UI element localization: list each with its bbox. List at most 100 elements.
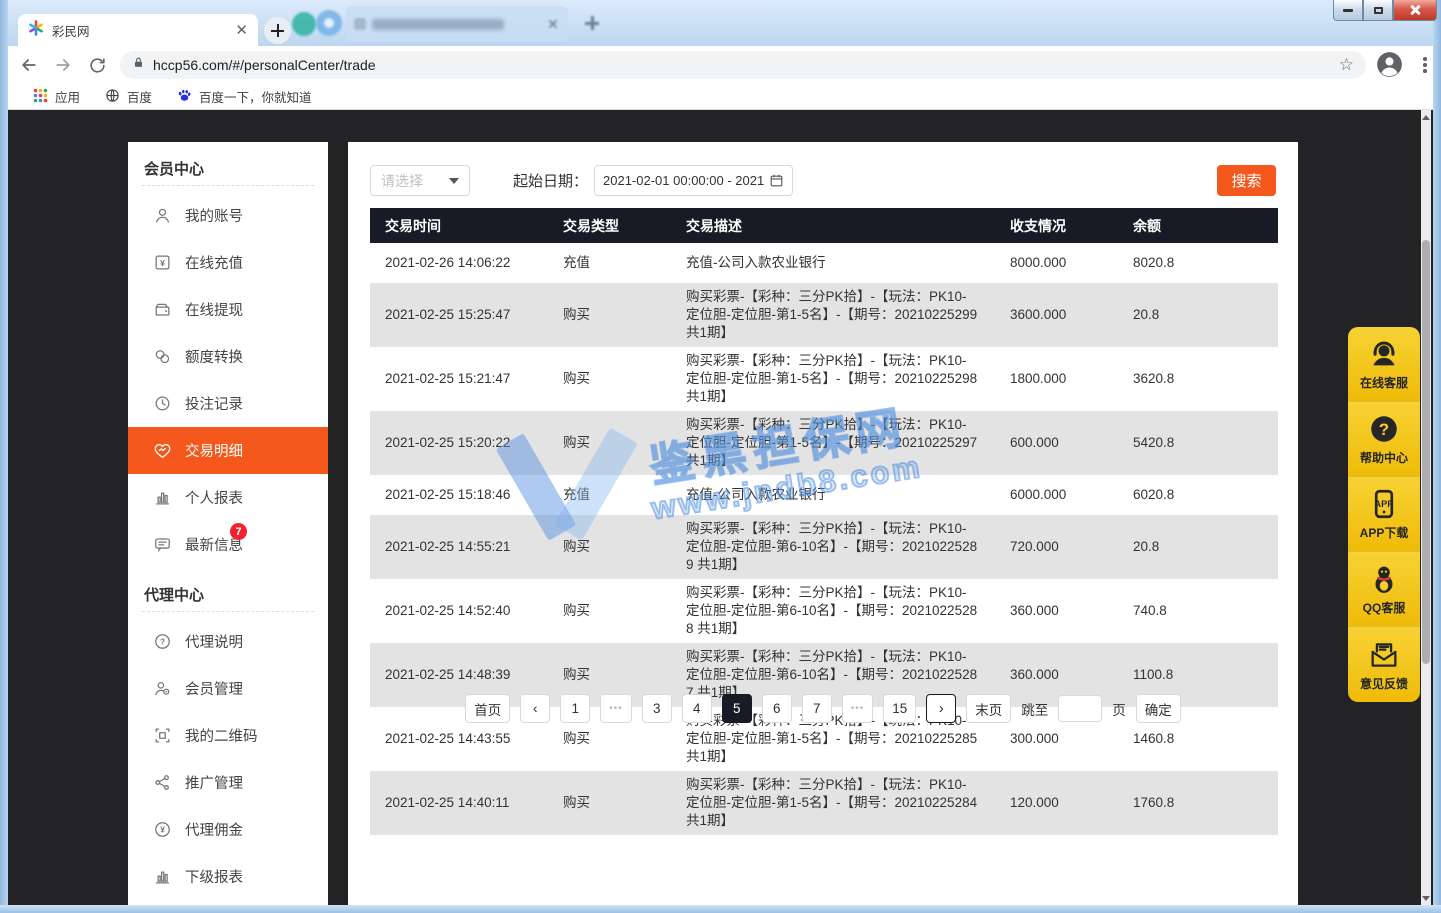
- sidebar-item-label: 推广管理: [185, 772, 243, 793]
- cell-time: 2021-02-25 15:20:22: [370, 429, 548, 457]
- divider: [142, 185, 314, 186]
- float-phone-app-button[interactable]: APPAPP下载: [1348, 477, 1420, 552]
- browser-menu-icon[interactable]: [1416, 52, 1434, 78]
- last-page-button[interactable]: 末页: [966, 694, 1011, 723]
- table-body: 2021-02-26 14:06:22充值充值-公司入款农业银行8000.000…: [370, 243, 1278, 835]
- sidebar-item-user-gear[interactable]: 会员管理: [128, 665, 328, 712]
- column-header: 交易时间: [370, 212, 548, 240]
- background-newtab-icon: [585, 16, 599, 30]
- type-select[interactable]: 请选择: [370, 165, 470, 196]
- mail-icon: [1367, 638, 1401, 672]
- bookmark-apps[interactable]: 应用: [26, 87, 80, 106]
- window-border: [0, 905, 1441, 913]
- sidebar-item-chart[interactable]: 下级报表: [128, 853, 328, 900]
- page-button-1[interactable]: 1: [560, 694, 590, 723]
- cell-amount: 8000.000: [995, 249, 1118, 277]
- sidebar-item-qr[interactable]: 我的二维码: [128, 712, 328, 759]
- cell-amount: 120.000: [995, 789, 1118, 817]
- date-range-input[interactable]: 2021-02-01 00:00:00 - 2021: [594, 165, 793, 196]
- sidebar-item-label: 个人报表: [185, 487, 243, 508]
- scrollbar-thumb[interactable]: [1422, 240, 1430, 664]
- svg-text:¥: ¥: [160, 825, 165, 835]
- page-scrollbar: [1421, 110, 1431, 905]
- bookmark-baidu-search[interactable]: 百度一下，你就知道: [170, 87, 312, 106]
- page-button-7[interactable]: 7: [802, 694, 832, 723]
- url-bar[interactable]: hccp56.com/#/personalCenter/trade ☆: [120, 51, 1366, 79]
- reload-button[interactable]: [84, 52, 110, 78]
- page-button-3[interactable]: 3: [642, 694, 672, 723]
- table-row: 2021-02-25 14:52:40购买购买彩票-【彩种：三分PK拾】-【玩法…: [370, 579, 1278, 643]
- scroll-up-arrow[interactable]: [1421, 110, 1431, 124]
- pagination: 首页‹1•••34567•••15›末页跳至页确定: [348, 694, 1298, 723]
- heart-icon: [153, 441, 172, 460]
- confirm-jump-button[interactable]: 确定: [1136, 694, 1181, 723]
- cell-desc: 购买彩票-【彩种：三分PK拾】-【玩法：PK10-定位胆-定位胆-第1-5名】-…: [671, 411, 995, 475]
- cell-amount: 6000.000: [995, 481, 1118, 509]
- float-headset-button[interactable]: 在线客服: [1348, 327, 1420, 402]
- cell-balance: 20.8: [1118, 301, 1278, 329]
- cell-amount: 600.000: [995, 429, 1118, 457]
- sidebar-item-yen-square[interactable]: ¥在线充值: [128, 239, 328, 286]
- sidebar-item-label: 会员管理: [185, 678, 243, 699]
- background-window-icon: [292, 12, 316, 36]
- bookmark-label: 百度: [127, 87, 152, 106]
- search-button[interactable]: 搜索: [1217, 165, 1276, 196]
- content-card: 请选择 起始日期： 2021-02-01 00:00:00 - 2021 搜索 …: [348, 142, 1298, 905]
- user-gear-icon: [153, 679, 172, 698]
- scroll-down-arrow[interactable]: [1421, 891, 1431, 905]
- cell-type: 购买: [548, 597, 671, 625]
- back-button[interactable]: [16, 52, 42, 78]
- clock-icon: [153, 394, 172, 413]
- cell-desc: 购买彩票-【彩种：三分PK拾】-【玩法：PK10-定位胆-定位胆-第1-5名】-…: [671, 283, 995, 347]
- select-placeholder: 请选择: [381, 171, 423, 191]
- float-qq-button[interactable]: QQ客服: [1348, 552, 1420, 627]
- cell-type: 购买: [548, 789, 671, 817]
- sidebar-section-title: 代理中心: [128, 568, 328, 611]
- next-page-button[interactable]: ›: [926, 694, 956, 723]
- sidebar-item-share[interactable]: 推广管理: [128, 759, 328, 806]
- page-button-4[interactable]: 4: [682, 694, 712, 723]
- column-header: 余额: [1118, 212, 1278, 240]
- sidebar-item-yen-circle[interactable]: ¥代理佣金: [128, 806, 328, 853]
- background-window-icon: [316, 10, 342, 36]
- page-button-5[interactable]: 5: [722, 694, 752, 723]
- globe-icon: [105, 88, 120, 106]
- paw-icon: [177, 88, 192, 106]
- prev-page-button[interactable]: ‹: [520, 694, 550, 723]
- tab-close-icon[interactable]: ✕: [235, 23, 248, 38]
- chart-icon: [153, 867, 172, 886]
- browser-tab[interactable]: 彩民网 ✕: [18, 14, 258, 46]
- maximize-button[interactable]: [1363, 0, 1393, 21]
- page-button-6[interactable]: 6: [762, 694, 792, 723]
- sidebar-item-clock[interactable]: 投注记录: [128, 380, 328, 427]
- close-button[interactable]: [1393, 0, 1437, 21]
- sidebar-item-chat[interactable]: 最新信息7: [128, 521, 328, 568]
- profile-avatar[interactable]: [1376, 51, 1403, 78]
- table-row: 2021-02-26 14:06:22充值充值-公司入款农业银行8000.000…: [370, 243, 1278, 283]
- jump-page-input[interactable]: [1058, 695, 1102, 722]
- sidebar-item-coins[interactable]: 额度转换: [128, 333, 328, 380]
- cell-balance: 5420.8: [1118, 429, 1278, 457]
- float-question-solid-button[interactable]: ?帮助中心: [1348, 402, 1420, 477]
- bookmark-baidu[interactable]: 百度: [98, 87, 152, 106]
- minimize-button[interactable]: [1333, 0, 1363, 21]
- chat-icon: [153, 535, 172, 554]
- first-page-button[interactable]: 首页: [465, 694, 510, 723]
- sidebar-item-wallet[interactable]: 在线提现: [128, 286, 328, 333]
- sidebar-item-user[interactable]: 我的账号: [128, 192, 328, 239]
- cell-type: 购买: [548, 429, 671, 457]
- bookmark-star-icon[interactable]: ☆: [1339, 55, 1354, 75]
- date-value: 2021-02-01 00:00:00 - 2021: [603, 173, 764, 188]
- sidebar-item-chart[interactable]: 个人报表: [128, 474, 328, 521]
- bookmark-label: 百度一下，你就知道: [199, 87, 312, 106]
- sidebar-item-heart[interactable]: 交易明细: [128, 427, 328, 474]
- site-favicon-icon: [28, 20, 44, 41]
- sidebar-item-question[interactable]: ?代理说明: [128, 618, 328, 665]
- url-text: hccp56.com/#/personalCenter/trade: [153, 57, 1339, 73]
- new-tab-button[interactable]: [264, 17, 291, 44]
- page-button-15[interactable]: 15: [883, 694, 916, 723]
- forward-button[interactable]: [50, 52, 76, 78]
- question-icon: ?: [153, 632, 172, 651]
- cell-time: 2021-02-25 15:25:47: [370, 301, 548, 329]
- float-mail-button[interactable]: 意见反馈: [1348, 627, 1420, 702]
